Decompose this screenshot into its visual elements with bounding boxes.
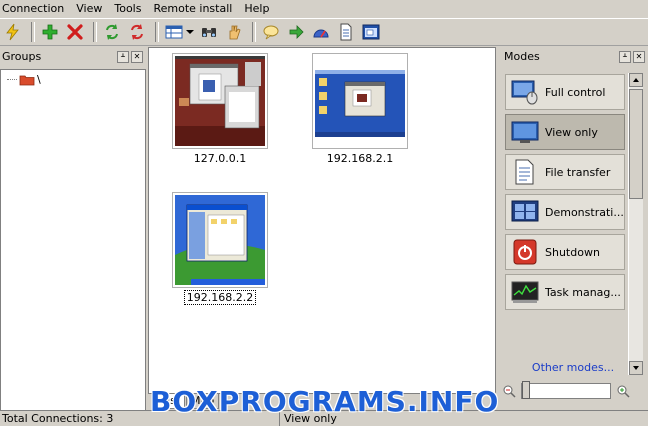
window-button[interactable] — [360, 21, 382, 43]
scroll-thumb[interactable] — [629, 89, 643, 199]
zoom-in-icon[interactable] — [616, 384, 630, 398]
close-icon[interactable]: ✕ — [131, 51, 143, 63]
file-transfer-icon — [515, 159, 534, 185]
modes-list: Full control View only File transfer Dem… — [500, 69, 646, 379]
refresh-all-button[interactable] — [126, 21, 148, 43]
tree-item-root[interactable]: \ — [7, 73, 41, 86]
view-mode-icon — [165, 25, 183, 39]
total-connections-text: Total Connections: 3 — [2, 412, 114, 425]
add-computer-icon — [42, 24, 58, 40]
mode-task-manager-button[interactable]: Task manag... — [505, 274, 625, 310]
view-mode-button[interactable] — [163, 21, 185, 43]
watermark: BOXPROGRAMS.INFO — [150, 385, 500, 418]
toolbar — [0, 18, 648, 46]
mode-label: View only — [545, 125, 598, 139]
mode-demonstration-button[interactable]: Demonstrati... — [505, 194, 625, 230]
add-computer-button[interactable] — [39, 21, 61, 43]
mode-label: Full control — [545, 85, 606, 99]
chat-icon — [263, 25, 279, 40]
properties-icon — [229, 25, 241, 40]
groups-title: Groups — [2, 50, 42, 63]
menu-remote-install[interactable]: Remote install — [151, 0, 238, 18]
pin-icon[interactable]: ᚆ — [619, 51, 631, 63]
delete-computer-button[interactable] — [64, 21, 86, 43]
properties-button[interactable] — [223, 21, 245, 43]
groups-tree[interactable]: \ — [0, 69, 146, 412]
find-icon — [202, 28, 216, 37]
zoom-slider[interactable] — [521, 381, 611, 399]
computer-label[interactable]: 127.0.0.1 — [165, 152, 275, 165]
menu-bar: Connection View Tools Remote install Hel… — [0, 0, 648, 18]
zoom-out-icon[interactable] — [502, 384, 516, 398]
refresh-all-icon — [131, 24, 143, 40]
view-only-icon — [511, 121, 539, 143]
mode-shutdown-button[interactable]: Shutdown — [505, 234, 625, 270]
tree-item-label: \ — [37, 73, 41, 86]
modes-scrollbar[interactable] — [628, 73, 643, 375]
full-control-icon — [511, 80, 538, 105]
screen-preview-image — [175, 56, 265, 146]
task-manager-icon — [511, 281, 539, 303]
chat-button[interactable] — [260, 21, 282, 43]
shutdown-icon — [513, 239, 537, 265]
document-icon — [340, 23, 352, 41]
menu-help[interactable]: Help — [242, 0, 275, 18]
folder-icon — [19, 75, 35, 85]
speed-button[interactable] — [310, 21, 332, 43]
computer-label-text: 192.168.2.2 — [183, 290, 257, 305]
scroll-up-icon[interactable] — [629, 73, 643, 87]
view-mode-dropdown-icon[interactable] — [186, 30, 194, 34]
go-button[interactable] — [285, 21, 307, 43]
menu-connection[interactable]: Connection — [0, 0, 70, 18]
pin-icon[interactable]: ᚆ — [117, 51, 129, 63]
computer-label-selected[interactable]: 192.168.2.2 — [165, 290, 275, 305]
go-icon — [289, 25, 304, 39]
mode-full-control-button[interactable]: Full control — [505, 74, 625, 110]
mode-label: Demonstrati... — [545, 205, 623, 219]
screen-preview-image — [175, 195, 265, 285]
close-icon[interactable]: ✕ — [633, 51, 645, 63]
other-modes-link[interactable]: Other modes... — [498, 361, 648, 374]
document-button[interactable] — [335, 21, 357, 43]
refresh-icon — [106, 24, 118, 40]
toolbar-separator — [252, 22, 256, 42]
toolbar-separator — [93, 22, 97, 42]
modes-panel-title: Modes ᚆ ✕ — [498, 47, 648, 67]
modes-panel: Modes ᚆ ✕ Full control View only File tr… — [498, 47, 648, 410]
tree-connector — [7, 79, 17, 80]
mode-label: File transfer — [545, 165, 611, 179]
computer-thumbnail[interactable] — [172, 192, 268, 288]
menu-tools[interactable]: Tools — [112, 0, 147, 18]
window-icon — [362, 24, 380, 40]
modes-title: Modes — [504, 50, 540, 63]
mode-view-only-button[interactable]: View only — [505, 114, 625, 150]
zoom-control — [502, 381, 644, 401]
zoom-slider-handle[interactable] — [522, 381, 530, 399]
speed-icon — [313, 29, 329, 38]
menu-view[interactable]: View — [74, 0, 108, 18]
find-button[interactable] — [198, 21, 220, 43]
mode-label: Task manag... — [545, 285, 621, 299]
connect-button[interactable] — [2, 21, 24, 43]
toolbar-separator — [155, 22, 159, 42]
demonstration-icon — [511, 200, 539, 222]
computers-list[interactable]: 127.0.0.1 192.168.2.1 192.168.2.2 — [148, 47, 496, 394]
mode-file-transfer-button[interactable]: File transfer — [505, 154, 625, 190]
mode-label: Shutdown — [545, 245, 600, 259]
toolbar-separator — [31, 22, 35, 42]
computer-thumbnail[interactable] — [172, 53, 268, 149]
groups-panel: Groups ᚆ ✕ \ — [0, 47, 146, 412]
refresh-button[interactable] — [101, 21, 123, 43]
delete-computer-icon — [67, 24, 83, 40]
computer-label[interactable]: 192.168.2.1 — [305, 152, 415, 165]
screen-preview-image — [315, 56, 405, 146]
connect-icon — [6, 23, 19, 41]
groups-panel-title: Groups ᚆ ✕ — [0, 47, 146, 67]
computer-thumbnail[interactable] — [312, 53, 408, 149]
